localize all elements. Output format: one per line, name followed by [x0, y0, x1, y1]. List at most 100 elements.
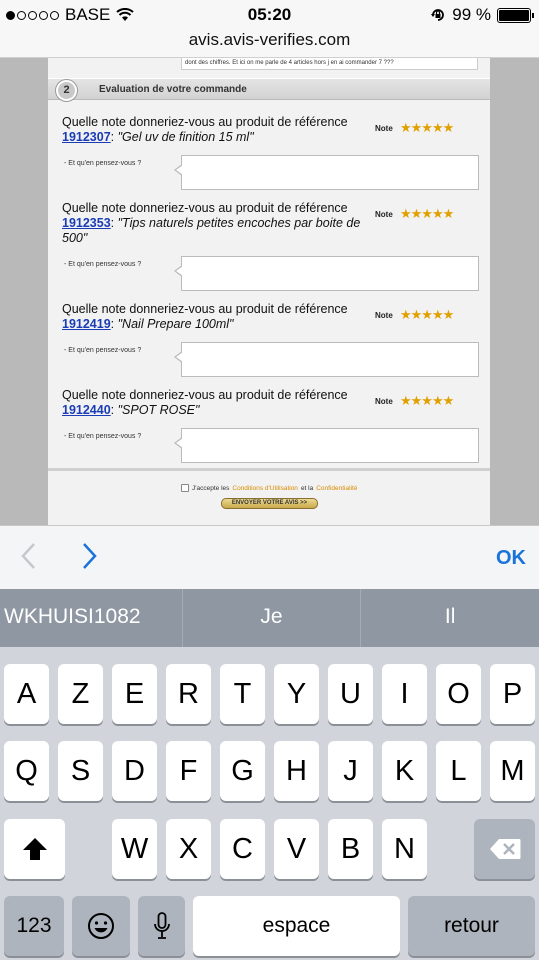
key-n[interactable]: N: [382, 819, 427, 879]
ref-separator: :: [110, 130, 118, 144]
comment-textarea[interactable]: [174, 342, 479, 377]
key-q[interactable]: Q: [4, 741, 49, 801]
dictation-key[interactable]: [138, 896, 185, 956]
product-question: Quelle note donneriez-vous au produit de…: [62, 302, 362, 332]
key-k[interactable]: K: [382, 741, 427, 801]
return-key[interactable]: retour: [408, 896, 535, 956]
key-t[interactable]: T: [220, 664, 265, 724]
key-f[interactable]: F: [166, 741, 211, 801]
note-label: Note: [375, 311, 393, 320]
previous-comment-box[interactable]: dont des chiffres. Et ici on me parle de…: [181, 58, 478, 70]
product-name: "SPOT ROSE": [117, 403, 200, 417]
chevron-left-icon[interactable]: [20, 542, 36, 576]
key-e[interactable]: E: [112, 664, 157, 724]
comment-textarea[interactable]: [174, 155, 479, 190]
ref-separator: :: [110, 317, 118, 331]
rotation-lock-icon: [431, 9, 445, 21]
keyboard: A Z E R T Y U I O P Q S D F G H J K L M …: [0, 647, 539, 960]
comment-label: - Et qu'en pensez-vous ?: [64, 261, 142, 268]
product-question: Quelle note donneriez-vous au produit de…: [62, 115, 362, 145]
terms-text: J'accepte les: [192, 484, 230, 492]
product-ref-link[interactable]: 1912353: [62, 216, 111, 230]
key-u[interactable]: U: [328, 664, 373, 724]
key-p[interactable]: P: [490, 664, 535, 724]
product-name: "Nail Prepare 100ml": [117, 317, 234, 331]
product-question: Quelle note donneriez-vous au produit de…: [62, 388, 362, 418]
comment-label: - Et qu'en pensez-vous ?: [64, 433, 142, 440]
chevron-right-icon[interactable]: [82, 542, 98, 576]
comment-label: - Et qu'en pensez-vous ?: [64, 347, 142, 354]
star-rating[interactable]: ★★★★★: [400, 206, 454, 222]
key-j[interactable]: J: [328, 741, 373, 801]
comment-label: - Et qu'en pensez-vous ?: [64, 160, 142, 167]
product-ref-link[interactable]: 1912419: [62, 317, 111, 331]
terms-checkbox[interactable]: [181, 484, 189, 492]
delete-icon: [489, 839, 520, 859]
key-z[interactable]: Z: [58, 664, 103, 724]
footer-separator: [48, 468, 490, 471]
question-text: Quelle note donneriez-vous au produit de…: [62, 115, 348, 129]
question-text: Quelle note donneriez-vous au produit de…: [62, 201, 348, 215]
star-rating[interactable]: ★★★★★: [400, 120, 454, 136]
key-o[interactable]: O: [436, 664, 481, 724]
product-name: "Gel uv de finition 15 ml": [117, 130, 254, 144]
key-g[interactable]: G: [220, 741, 265, 801]
product-ref-link[interactable]: 1912440: [62, 403, 111, 417]
key-h[interactable]: H: [274, 741, 319, 801]
shift-key[interactable]: [4, 819, 65, 879]
question-text: Quelle note donneriez-vous au produit de…: [62, 302, 348, 316]
ref-separator: :: [110, 216, 118, 230]
key-i[interactable]: I: [382, 664, 427, 724]
microphone-icon: [153, 912, 170, 939]
key-d[interactable]: D: [112, 741, 157, 801]
submit-review-button[interactable]: ENVOYER VOTRE AVIS >>: [221, 498, 318, 509]
key-b[interactable]: B: [328, 819, 373, 879]
product-question: Quelle note donneriez-vous au produit de…: [62, 201, 362, 246]
terms-link[interactable]: Conditions d'Utilisation: [232, 485, 298, 492]
key-l[interactable]: L: [436, 741, 481, 801]
delete-key[interactable]: [474, 819, 535, 879]
form-accessory-bar: OK: [0, 525, 539, 589]
terms-and-text: et la: [300, 484, 314, 492]
emoji-icon: [88, 913, 114, 939]
battery-percent: 99 %: [452, 5, 491, 24]
key-y[interactable]: Y: [274, 664, 319, 724]
key-w[interactable]: W: [112, 819, 157, 879]
review-page: dont des chiffres. Et ici on me parle de…: [48, 58, 490, 525]
ok-button[interactable]: OK: [496, 547, 526, 570]
note-label: Note: [375, 210, 393, 219]
note-label: Note: [375, 397, 393, 406]
section-number: 2: [56, 80, 77, 101]
key-v[interactable]: V: [274, 819, 319, 879]
star-rating[interactable]: ★★★★★: [400, 393, 454, 409]
comment-textarea[interactable]: [174, 428, 479, 463]
battery-icon: [497, 7, 534, 23]
key-m[interactable]: M: [490, 741, 535, 801]
key-s[interactable]: S: [58, 741, 103, 801]
note-label: Note: [375, 124, 393, 133]
space-key[interactable]: espace: [193, 896, 400, 956]
battery-fill: [499, 9, 529, 21]
ref-separator: :: [110, 403, 118, 417]
status-bar: BASE 05:20 99 %: [0, 0, 539, 30]
key-r[interactable]: R: [166, 664, 211, 724]
product-ref-link[interactable]: 1912307: [62, 130, 111, 144]
key-x[interactable]: X: [166, 819, 211, 879]
privacy-link[interactable]: Confidentialité: [316, 485, 357, 492]
key-a[interactable]: A: [4, 664, 49, 724]
section-header: 2 Evaluation de votre commande: [48, 78, 490, 101]
key-c[interactable]: C: [220, 819, 265, 879]
suggestion-item[interactable]: Il: [360, 589, 539, 647]
suggestion-item[interactable]: WKHUISI1082: [0, 589, 182, 647]
url-bar[interactable]: avis.avis-verifies.com: [0, 30, 539, 58]
star-rating[interactable]: ★★★★★: [400, 307, 454, 323]
suggestion-item[interactable]: Je: [181, 589, 361, 647]
status-right-group: 99 %: [430, 5, 534, 25]
web-content[interactable]: dont des chiffres. Et ici on me parle de…: [0, 58, 539, 525]
section-title: Evaluation de votre commande: [99, 84, 247, 95]
numbers-key[interactable]: 123: [4, 896, 64, 956]
terms-acceptance: J'accepte les Conditions d'Utilisation e…: [181, 484, 357, 492]
comment-textarea[interactable]: [174, 256, 479, 291]
autocorrect-suggestions: WKHUISI1082 Je Il: [0, 589, 539, 647]
emoji-key[interactable]: [72, 896, 130, 956]
